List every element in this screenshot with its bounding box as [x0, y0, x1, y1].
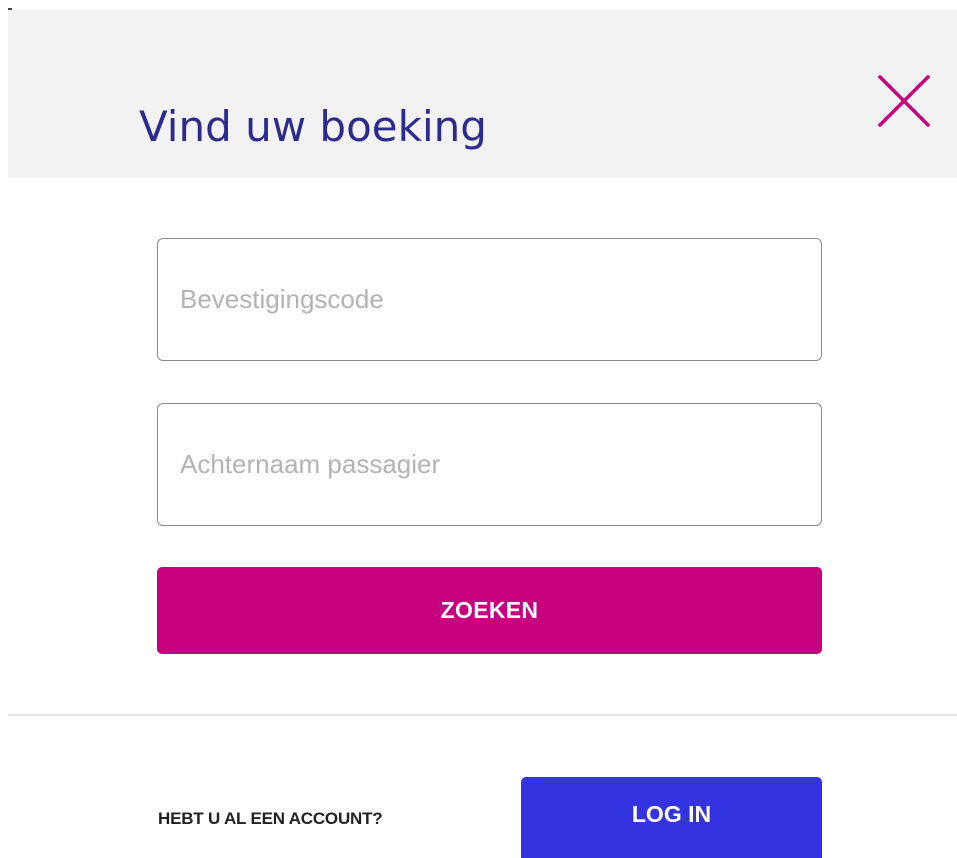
account-question-label: HEBT U AL EEN ACCOUNT?: [158, 809, 383, 828]
close-icon: [878, 75, 930, 127]
confirmation-code-input[interactable]: [158, 239, 821, 360]
find-booking-modal: Vind uw boeking ZOEKEN HEBT U AL EEN ACC…: [0, 0, 957, 858]
close-button[interactable]: [876, 73, 932, 129]
login-button[interactable]: LOG IN: [521, 777, 822, 858]
modal-title: Vind uw boeking: [139, 102, 487, 152]
passenger-last-name-field: [157, 403, 822, 526]
section-divider: [8, 714, 957, 716]
confirmation-code-field: [157, 238, 822, 361]
passenger-last-name-input[interactable]: [158, 404, 821, 525]
search-button[interactable]: ZOEKEN: [157, 567, 822, 654]
modal-header: Vind uw boeking: [8, 10, 957, 178]
